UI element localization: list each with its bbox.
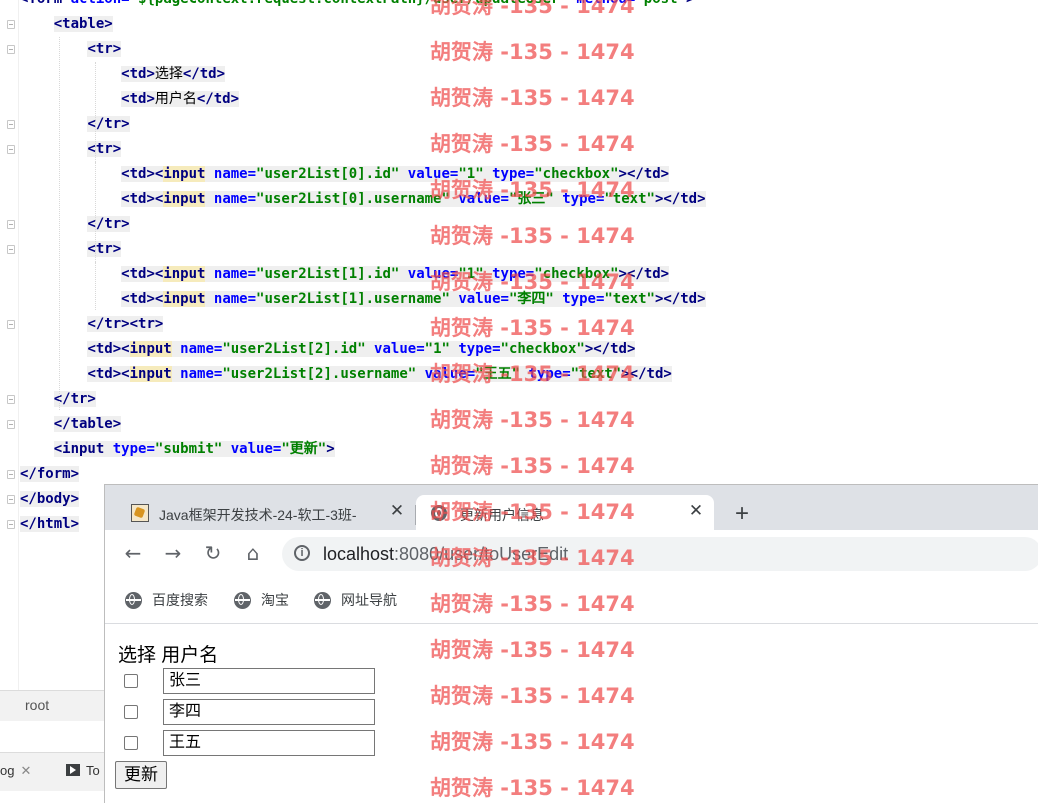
watermark-text: 胡贺涛 -135 - 1474 <box>430 546 635 570</box>
watermark-text: 胡贺涛 -135 - 1474 <box>430 454 635 478</box>
fold-marker-icon[interactable] <box>7 495 15 504</box>
watermark-text: 胡贺涛 -135 - 1474 <box>430 362 635 386</box>
structure-root-label[interactable]: root <box>25 697 49 713</box>
fold-marker-icon[interactable] <box>7 145 15 154</box>
watermark-text: 胡贺涛 -135 - 1474 <box>430 776 635 800</box>
select-checkbox[interactable] <box>124 736 138 750</box>
indent-guide <box>95 262 96 310</box>
code-line: </html> <box>20 516 80 532</box>
fold-marker-icon[interactable] <box>7 470 15 479</box>
watermark-text: 胡贺涛 -135 - 1474 <box>430 592 635 616</box>
address-bar[interactable]: i localhost:8080/user/toUserEdit <box>282 537 1038 571</box>
fold-marker-icon[interactable] <box>7 320 15 329</box>
code-line: </tr> <box>53 391 96 407</box>
code-line: </form> <box>20 466 80 482</box>
indent-guide <box>59 37 60 410</box>
watermark-text: 胡贺涛 -135 - 1474 <box>430 178 635 202</box>
fold-marker-icon[interactable] <box>7 20 15 29</box>
fold-marker-icon[interactable] <box>7 45 15 54</box>
select-checkbox[interactable] <box>124 674 138 688</box>
table-row: 王五 <box>105 730 405 756</box>
code-line: </tr> <box>87 116 130 132</box>
fold-marker-icon[interactable] <box>7 245 15 254</box>
watermark-text: 胡贺涛 -135 - 1474 <box>430 408 635 432</box>
watermark-text: 胡贺涛 -135 - 1474 <box>430 224 635 248</box>
indent-guide <box>95 162 96 210</box>
globe-icon <box>125 592 142 609</box>
code-line: </body> <box>20 491 80 507</box>
code-line: <table> <box>53 16 113 32</box>
table-row: 李四 <box>105 699 405 725</box>
update-button[interactable]: 更新 <box>115 761 167 789</box>
select-checkbox[interactable] <box>124 705 138 719</box>
code-line: <input type="submit" value="更新"> <box>53 441 335 457</box>
watermark-text: 胡贺涛 -135 - 1474 <box>430 316 635 340</box>
username-input[interactable]: 王五 <box>163 730 375 756</box>
fold-marker-icon[interactable] <box>7 395 15 404</box>
code-line: <tr> <box>87 41 122 57</box>
fold-marker-icon[interactable] <box>7 220 15 229</box>
fold-marker-icon[interactable] <box>7 420 15 429</box>
fold-marker-icon[interactable] <box>7 520 15 529</box>
todo-icon <box>66 764 80 776</box>
tool-tab-log[interactable]: og ✕ <box>0 763 31 779</box>
table-row: 张三 <box>105 668 405 694</box>
code-line: <tr> <box>87 141 122 157</box>
watermark-text: 胡贺涛 -135 - 1474 <box>430 270 635 294</box>
globe-icon <box>234 592 251 609</box>
close-icon[interactable]: ✕ <box>686 501 706 521</box>
code-line: </tr><tr> <box>87 316 164 332</box>
tool-window-strip: og ✕ To <box>0 752 104 791</box>
bookmark-baidu[interactable]: 百度搜索 <box>125 590 208 610</box>
editor-gutter <box>0 0 19 690</box>
course-favicon-icon <box>131 504 149 522</box>
tool-tab-todo[interactable]: To <box>66 763 100 778</box>
tab-title: Java框架开发技术-24-软工-3班- <box>159 507 357 523</box>
watermark-text: 胡贺涛 -135 - 1474 <box>430 638 635 662</box>
forward-button[interactable]: → <box>159 539 187 567</box>
structure-bar: root <box>0 690 104 721</box>
tab-java-course[interactable]: Java框架开发技术-24-软工-3班- ✕ <box>115 495 415 530</box>
bookmark-nav[interactable]: 网址导航 <box>314 590 397 610</box>
table-header: 选择 用户名 <box>118 645 219 666</box>
watermark-text: 胡贺涛 -135 - 1474 <box>430 730 635 754</box>
code-line: <tr> <box>87 241 122 257</box>
home-button[interactable]: ⌂ <box>239 539 267 567</box>
watermark-text: 胡贺涛 -135 - 1474 <box>430 684 635 708</box>
fold-marker-icon[interactable] <box>7 120 15 129</box>
globe-icon <box>314 592 331 609</box>
close-icon[interactable]: ✕ <box>20 763 31 778</box>
username-input[interactable]: 张三 <box>163 668 375 694</box>
username-input[interactable]: 李四 <box>163 699 375 725</box>
code-line: <td>选择</td> <box>121 66 226 82</box>
reload-button[interactable]: ↻ <box>199 539 227 567</box>
code-line: <td>用户名</td> <box>121 91 240 107</box>
close-icon[interactable]: ✕ <box>387 501 407 521</box>
info-icon[interactable]: i <box>294 545 310 561</box>
bookmark-taobao[interactable]: 淘宝 <box>234 590 289 610</box>
watermark-text: 胡贺涛 -135 - 1474 <box>430 132 635 156</box>
watermark-text: 胡贺涛 -135 - 1474 <box>430 40 635 64</box>
code-line: </tr> <box>87 216 130 232</box>
watermark-text: 胡贺涛 -135 - 1474 <box>430 0 635 18</box>
back-button[interactable]: ← <box>119 539 147 567</box>
watermark-text: 胡贺涛 -135 - 1474 <box>430 86 635 110</box>
watermark-text: 胡贺涛 -135 - 1474 <box>430 500 635 524</box>
new-tab-button[interactable]: + <box>729 501 755 527</box>
code-line: </table> <box>53 416 122 432</box>
